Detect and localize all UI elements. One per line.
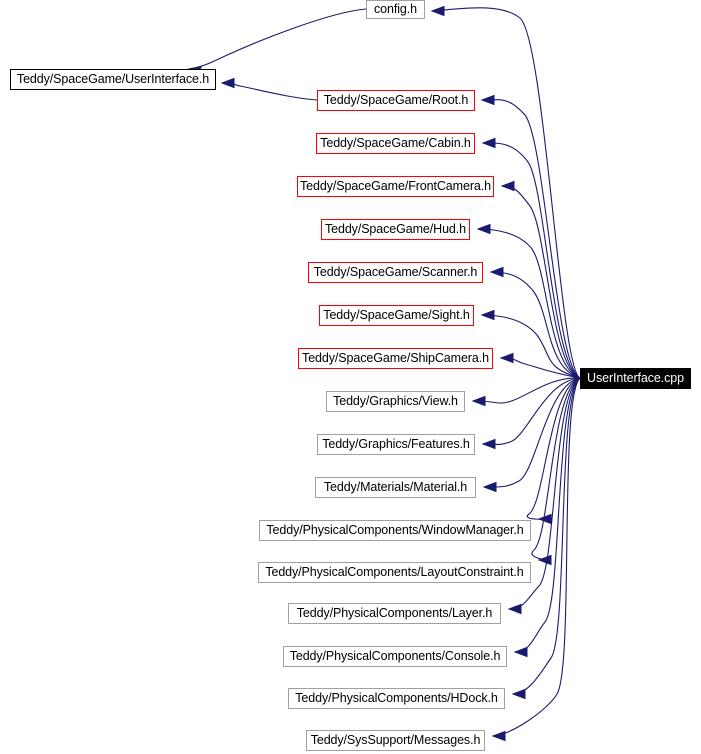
graph-node-label: Teddy/SysSupport/Messages.h	[310, 733, 481, 748]
include-dependency-graph: config.h Teddy/SpaceGame/UserInterface.h T…	[0, 0, 701, 754]
graph-node-material[interactable]: Teddy/Materials/Material.h	[315, 477, 476, 498]
graph-edge	[481, 99, 581, 379]
graph-node-label: Teddy/Materials/Material.h	[323, 480, 468, 495]
graph-edge-arrowhead	[471, 395, 486, 407]
graph-node-label: Teddy/SpaceGame/Sight.h	[323, 308, 470, 323]
graph-node-label: Teddy/SpaceGame/UserInterface.h	[16, 72, 210, 87]
graph-node-label: Teddy/SpaceGame/ShipCamera.h	[302, 351, 489, 366]
graph-node-messages[interactable]: Teddy/SysSupport/Messages.h	[306, 730, 485, 751]
graph-edge-arrowhead	[499, 352, 514, 364]
graph-node-cabin[interactable]: Teddy/SpaceGame/Cabin.h	[316, 133, 475, 154]
graph-node-windowmanager[interactable]: Teddy/PhysicalComponents/WindowManager.h	[259, 520, 531, 541]
graph-edge-arrowhead	[507, 603, 522, 615]
graph-edge-arrowhead	[500, 180, 515, 192]
graph-node-console[interactable]: Teddy/PhysicalComponents/Console.h	[283, 646, 507, 667]
graph-node-label: Teddy/PhysicalComponents/WindowManager.h	[266, 523, 524, 538]
graph-node-label: UserInterface.cpp	[587, 371, 684, 386]
graph-node-label: Teddy/SpaceGame/FrontCamera.h	[300, 179, 491, 194]
graph-node-label: Teddy/PhysicalComponents/LayoutConstrain…	[265, 565, 524, 580]
graph-edge-arrowhead	[220, 77, 235, 89]
graph-node-config[interactable]: config.h	[366, 0, 425, 19]
graph-edge-arrowhead	[513, 646, 528, 658]
graph-node-label: Teddy/SpaceGame/Cabin.h	[320, 136, 471, 151]
graph-edge-arrowhead	[537, 554, 552, 566]
graph-node-layoutconstraint[interactable]: Teddy/PhysicalComponents/LayoutConstrain…	[258, 562, 531, 583]
graph-node-label: Teddy/PhysicalComponents/HDock.h	[295, 691, 498, 706]
graph-node-label: config.h	[374, 2, 417, 17]
graph-edge	[472, 377, 581, 404]
graph-node-label: Teddy/Graphics/Features.h	[322, 437, 470, 452]
graph-node-hud[interactable]: Teddy/SpaceGame/Hud.h	[321, 219, 470, 240]
graph-edge-arrowhead	[489, 266, 504, 278]
graph-node-hdock[interactable]: Teddy/PhysicalComponents/HDock.h	[288, 688, 505, 709]
graph-node-label: Teddy/PhysicalComponents/Layer.h	[296, 606, 493, 621]
graph-node-shipcamera[interactable]: Teddy/SpaceGame/ShipCamera.h	[298, 348, 493, 369]
graph-edge-arrowhead	[480, 309, 495, 321]
graph-edge-arrowhead	[537, 513, 552, 525]
graph-node-label: Teddy/PhysicalComponents/Console.h	[289, 649, 501, 664]
graph-edge-arrowhead	[480, 94, 495, 106]
graph-node-userinterface_cpp[interactable]: UserInterface.cpp	[580, 368, 691, 389]
graph-node-userinterface_h[interactable]: Teddy/SpaceGame/UserInterface.h	[10, 69, 216, 90]
graph-node-label: Teddy/SpaceGame/Root.h	[323, 93, 469, 108]
graph-edge-arrowhead	[482, 481, 497, 493]
graph-edge-arrowhead	[481, 438, 496, 450]
graph-edge-arrowhead	[511, 688, 526, 700]
graph-node-scanner[interactable]: Teddy/SpaceGame/Scanner.h	[308, 262, 483, 283]
graph-node-label: Teddy/SpaceGame/Hud.h	[324, 222, 467, 237]
graph-node-frontcamera[interactable]: Teddy/SpaceGame/FrontCamera.h	[297, 176, 494, 197]
graph-edge	[188, 8, 367, 70]
graph-node-view[interactable]: Teddy/Graphics/View.h	[326, 391, 465, 412]
graph-edge	[221, 82, 318, 101]
graph-node-label: Teddy/SpaceGame/Scanner.h	[313, 265, 478, 280]
edge-group	[187, 5, 581, 742]
graph-node-root[interactable]: Teddy/SpaceGame/Root.h	[317, 90, 475, 111]
graph-node-sight[interactable]: Teddy/SpaceGame/Sight.h	[319, 305, 474, 326]
graph-edge-arrowhead	[476, 223, 491, 235]
graph-edge-arrowhead	[430, 5, 445, 17]
graph-node-label: Teddy/Graphics/View.h	[333, 394, 458, 409]
graph-edge-arrowhead	[481, 137, 496, 149]
graph-edge-arrowhead	[491, 730, 506, 742]
graph-node-layer[interactable]: Teddy/PhysicalComponents/Layer.h	[288, 603, 501, 624]
graph-node-features[interactable]: Teddy/Graphics/Features.h	[317, 434, 475, 455]
